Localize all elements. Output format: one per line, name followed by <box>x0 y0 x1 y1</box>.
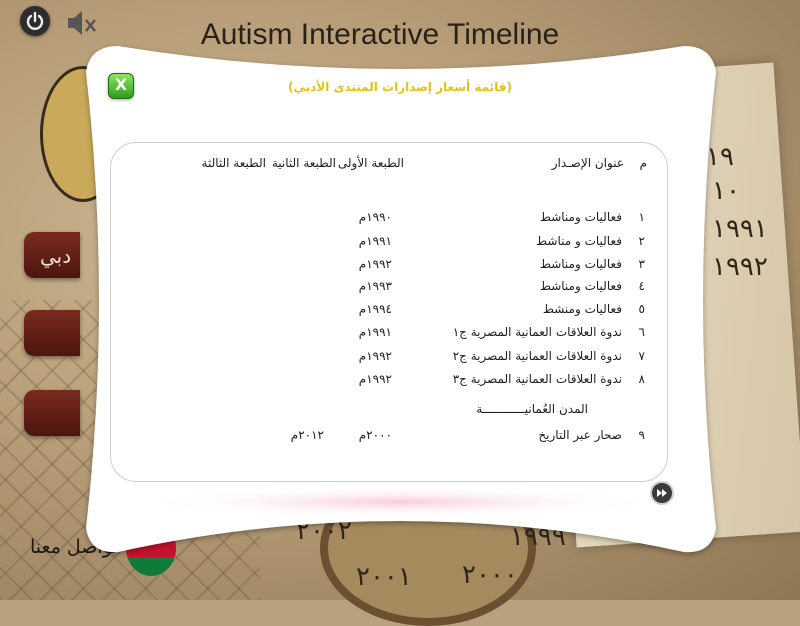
header-third-edition: الطبعة الثالثة <box>201 156 266 170</box>
dialog-title: (قائمة أسعار إصدارات المنتدى الأدبي) <box>287 80 513 94</box>
row-number: ٢ <box>638 234 645 248</box>
row-number: ٣ <box>638 257 645 271</box>
header-title: عنوان الإصـدار <box>551 156 624 170</box>
header-number: م <box>639 156 647 170</box>
row-first-edition: ١٩٩٢م <box>358 257 392 271</box>
row-number: ٨ <box>638 372 645 386</box>
header-first-edition: الطبعة الأولى <box>337 156 404 170</box>
row-title: فعاليات ومنشط <box>542 302 622 316</box>
row-title: ندوة العلاقات العمانية المصرية ج٣ <box>452 372 622 386</box>
row-first-edition: ١٩٩١م <box>358 325 392 339</box>
section-heading: المدن العُمانيــــــــــــة <box>476 402 588 416</box>
row-first-edition: ١٩٩٢م <box>358 372 392 386</box>
header-second-edition: الطبعة الثانية <box>271 156 336 170</box>
row-number: ١ <box>638 210 645 224</box>
row-first-edition: ١٩٩٤م <box>358 302 392 316</box>
row-second-edition: ٢٠١٢م <box>290 428 324 442</box>
row-first-edition: ١٩٩٣م <box>358 279 392 293</box>
row-number: ٦ <box>638 325 645 339</box>
row-first-edition: ٢٠٠٠م <box>358 428 392 442</box>
row-title: ندوة العلاقات العمانية المصرية ج١ <box>452 325 622 339</box>
row-title: فعاليات ومناشط <box>539 257 622 271</box>
row-number: ٧ <box>638 349 645 363</box>
row-number: ٥ <box>638 302 645 316</box>
row-title: فعاليات و مناشط <box>536 234 622 248</box>
row-title: فعاليات ومناشط <box>539 210 622 224</box>
row-number: ٩ <box>638 428 645 442</box>
row-title: فعاليات ومناشط <box>539 279 622 293</box>
next-page-button[interactable] <box>650 481 674 505</box>
row-title: صحار عبر التاريخ <box>538 428 622 442</box>
row-first-edition: ١٩٩٢م <box>358 349 392 363</box>
row-number: ٤ <box>638 279 645 293</box>
row-first-edition: ١٩٩١م <box>358 234 392 248</box>
close-button[interactable]: X <box>108 73 134 99</box>
fast-forward-icon <box>657 489 667 497</box>
row-first-edition: ١٩٩٠م <box>358 210 392 224</box>
modal-overlay: X (قائمة أسعار إصدارات المنتدى الأدبي) م… <box>0 0 800 600</box>
row-title: ندوة العلاقات العمانية المصرية ج٢ <box>452 349 622 363</box>
